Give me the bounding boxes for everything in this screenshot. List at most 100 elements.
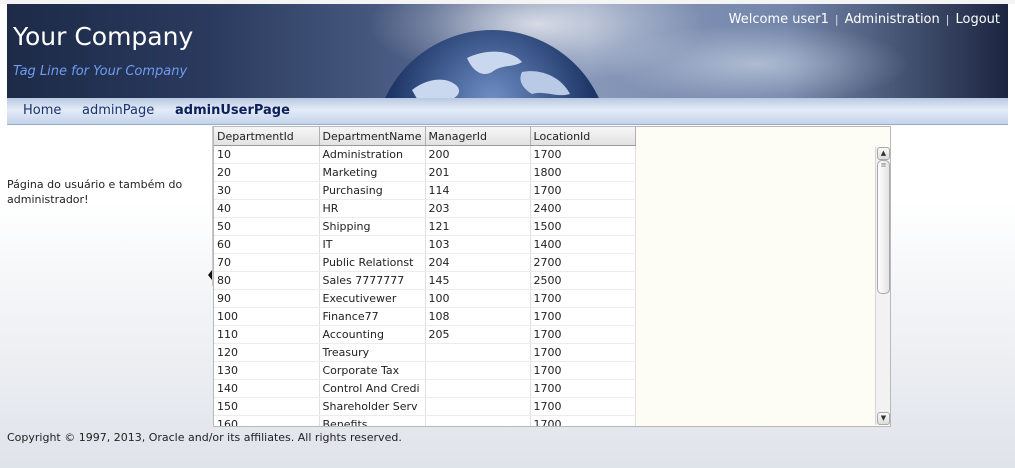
user-links: Welcome user1 | Administration | Logout — [729, 12, 1000, 27]
table-cell: 2700 — [530, 253, 636, 272]
table-cell: 121 — [425, 217, 531, 236]
table-cell: Public Relationst — [319, 253, 426, 272]
copyright-footer: Copyright © 1997, 2013, Oracle and/or it… — [7, 431, 402, 444]
table-cell: 140 — [214, 379, 320, 398]
table-row[interactable]: 110 Accounting 205 1700 — [214, 325, 636, 344]
table-row[interactable]: 100 Finance77 108 1700 — [214, 307, 636, 326]
table-cell: Treasury — [319, 343, 426, 362]
column-header[interactable]: LocationId — [530, 127, 636, 146]
table-cell — [425, 361, 531, 380]
table-row[interactable]: 10 Administration 200 1700 — [214, 145, 636, 164]
table-cell: 110 — [214, 325, 320, 344]
table-cell: Corporate Tax — [319, 361, 426, 380]
departments-table: DepartmentId DepartmentName ManagerId Locat… — [214, 127, 636, 426]
table-row[interactable]: 90 Executivewer 100 1700 — [214, 289, 636, 308]
table-cell: Benefits — [319, 415, 426, 426]
table-cell — [425, 343, 531, 362]
table-cell: Marketing — [319, 163, 426, 182]
table-row[interactable]: 120 Treasury 1700 — [214, 343, 636, 362]
nav-admin-user-page[interactable]: adminUserPage — [175, 103, 290, 118]
table-cell: Purchasing — [319, 181, 426, 200]
table-cell: 114 — [425, 181, 531, 200]
column-header[interactable]: DepartmentId — [214, 127, 320, 146]
table-row[interactable]: 160 Benefits 1700 — [214, 415, 636, 426]
table-row[interactable]: 140 Control And Credi 1700 — [214, 379, 636, 398]
table-row[interactable]: 60 IT 103 1400 — [214, 235, 636, 254]
sidebar-message: Página do usuário e também do administra… — [7, 178, 183, 206]
table-cell: 60 — [214, 235, 320, 254]
table-cell: 1700 — [530, 145, 636, 164]
table-cell: 1700 — [530, 361, 636, 380]
table-row[interactable]: 20 Marketing 201 1800 — [214, 163, 636, 182]
table-cell: 160 — [214, 415, 320, 426]
scroll-up-icon[interactable]: ▲ — [877, 147, 890, 160]
table-cell — [425, 415, 531, 426]
table-cell: 205 — [425, 325, 531, 344]
table-cell: 1700 — [530, 379, 636, 398]
nav-home[interactable]: Home — [23, 103, 61, 118]
logout-link[interactable]: Logout — [955, 12, 1000, 27]
globe-icon — [385, 30, 599, 98]
collapse-arrow-icon[interactable] — [208, 270, 212, 280]
table-cell: Administration — [319, 145, 426, 164]
welcome-link[interactable]: Welcome user1 — [729, 12, 829, 27]
table-cell: Control And Credi — [319, 379, 426, 398]
table-cell: 1700 — [530, 307, 636, 326]
column-header[interactable]: ManagerId — [425, 127, 531, 146]
table-cell: 10 — [214, 145, 320, 164]
table-cell: 130 — [214, 361, 320, 380]
scroll-thumb[interactable]: ≡ — [877, 160, 890, 294]
table-cell: 2500 — [530, 271, 636, 290]
table-cell: 50 — [214, 217, 320, 236]
scroll-down-icon[interactable]: ▼ — [877, 412, 890, 425]
nav-admin-page[interactable]: adminPage — [82, 103, 154, 118]
company-name: Your Company — [13, 22, 194, 51]
table-row[interactable]: 130 Corporate Tax 1700 — [214, 361, 636, 380]
table-cell: 203 — [425, 199, 531, 218]
table-cell: 201 — [425, 163, 531, 182]
administration-link[interactable]: Administration — [845, 12, 940, 27]
table-cell: 1700 — [530, 415, 636, 426]
table-cell: 1700 — [530, 325, 636, 344]
table-cell: 20 — [214, 163, 320, 182]
table-cell: 204 — [425, 253, 531, 272]
site-header: Your Company Tag Line for Your Company W… — [7, 4, 1008, 98]
table-cell: 1800 — [530, 163, 636, 182]
table-cell: 120 — [214, 343, 320, 362]
nav-bar: Home adminPage adminUserPage — [7, 98, 1008, 125]
table-cell: 1700 — [530, 289, 636, 308]
table-cell: Finance77 — [319, 307, 426, 326]
table-row[interactable]: 30 Purchasing 114 1700 — [214, 181, 636, 200]
table-cell: Shareholder Serv — [319, 397, 426, 416]
table-cell: 1500 — [530, 217, 636, 236]
table-row[interactable]: 70 Public Relationst 204 2700 — [214, 253, 636, 272]
table-cell: 1700 — [530, 397, 636, 416]
departments-table-panel: DepartmentId DepartmentName ManagerId Locat… — [213, 126, 891, 427]
table-cell — [425, 397, 531, 416]
table-row[interactable]: 50 Shipping 121 1500 — [214, 217, 636, 236]
separator: | — [945, 13, 950, 26]
table-cell: 40 — [214, 199, 320, 218]
header-clouds — [607, 24, 907, 98]
table-row[interactable]: 150 Shareholder Serv 1700 — [214, 397, 636, 416]
vertical-scrollbar[interactable]: ▲ ≡ ▼ — [875, 147, 890, 425]
table-cell: 150 — [214, 397, 320, 416]
table-cell: Sales 7777777 — [319, 271, 426, 290]
table-cell: 2400 — [530, 199, 636, 218]
table-cell: Shipping — [319, 217, 426, 236]
table-cell: 100 — [425, 289, 531, 308]
column-header[interactable]: DepartmentName — [319, 127, 426, 146]
table-cell: 103 — [425, 235, 531, 254]
table-cell: Executivewer — [319, 289, 426, 308]
separator: | — [834, 13, 839, 26]
table-cell: 100 — [214, 307, 320, 326]
table-cell: 80 — [214, 271, 320, 290]
table-cell: IT — [319, 235, 426, 254]
table-cell: HR — [319, 199, 426, 218]
table-row[interactable]: 40 HR 203 2400 — [214, 199, 636, 218]
table-row[interactable]: 80 Sales 7777777 145 2500 — [214, 271, 636, 290]
table-cell: 30 — [214, 181, 320, 200]
table-cell: 145 — [425, 271, 531, 290]
tagline: Tag Line for Your Company — [13, 64, 188, 79]
table-cell: 108 — [425, 307, 531, 326]
